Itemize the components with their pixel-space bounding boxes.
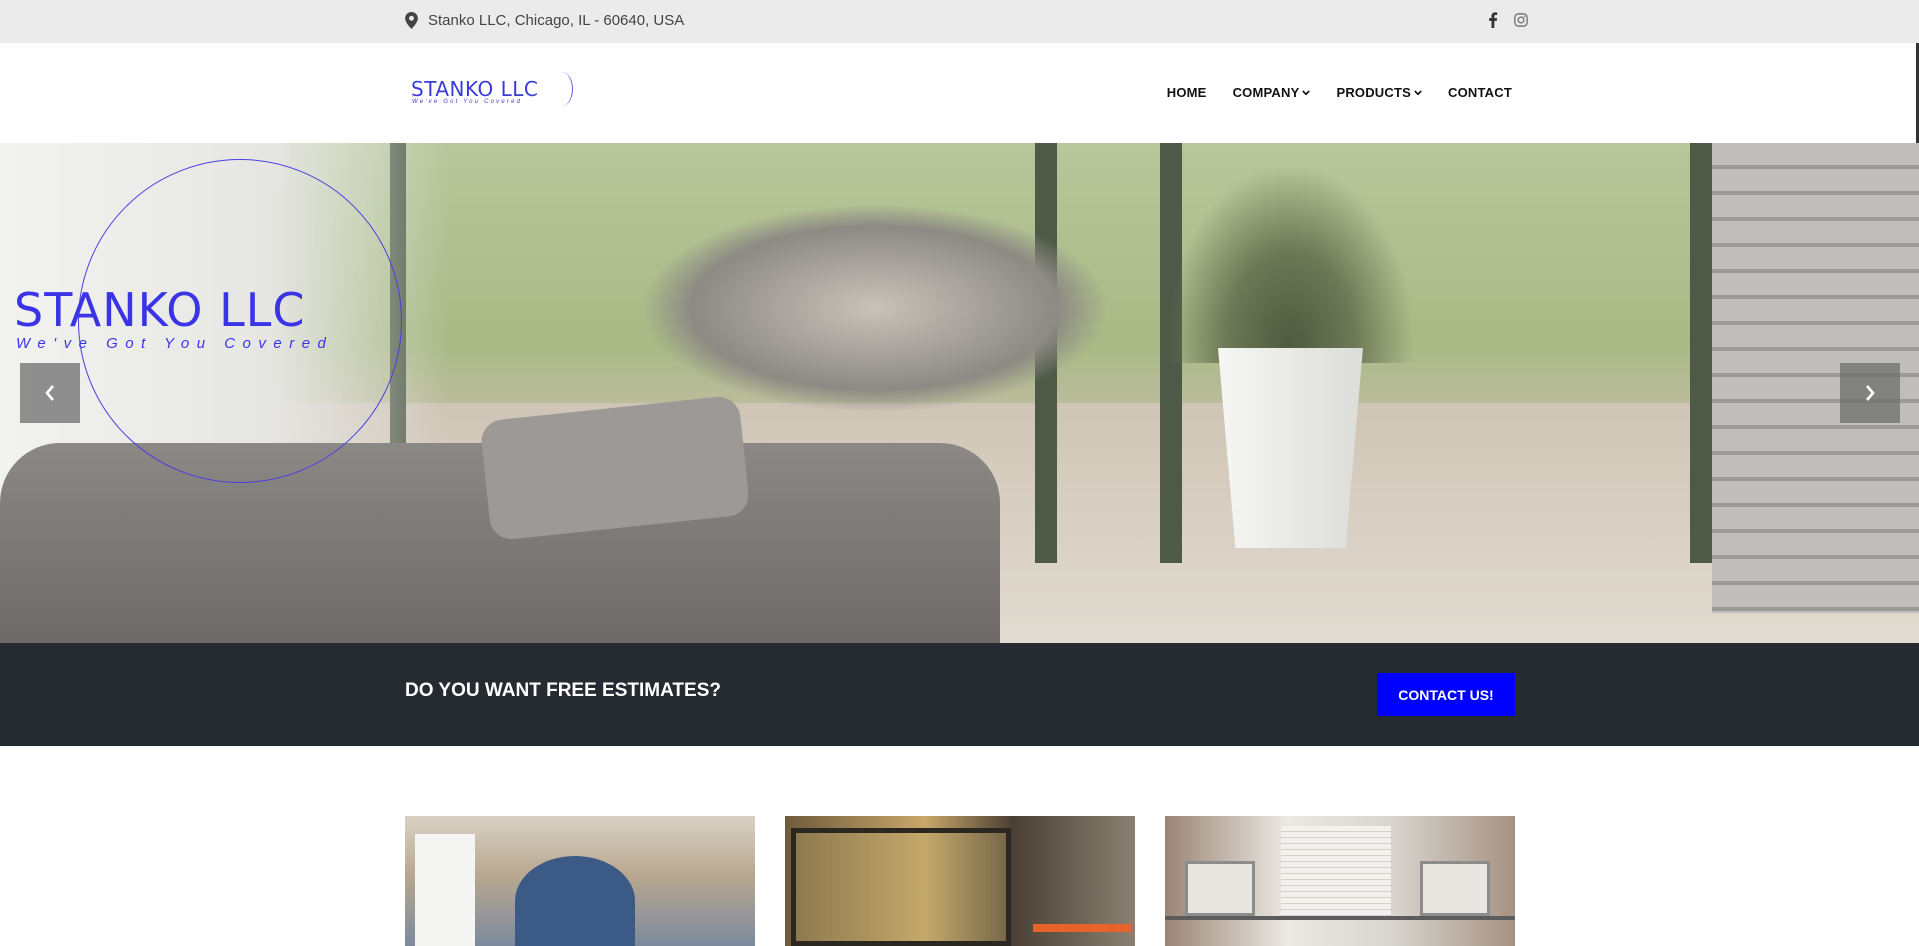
nav-item-products[interactable]: PRODUCTS [1336,85,1422,100]
social-links [1486,12,1528,28]
contact-us-button[interactable]: CONTACT US! [1377,673,1515,716]
nav-item-contact[interactable]: CONTACT [1448,85,1512,100]
facebook-icon[interactable] [1486,12,1500,28]
nav-item-company[interactable]: COMPANY [1233,85,1311,100]
chevron-down-icon [1414,89,1422,95]
slider-prev-button[interactable] [20,363,80,423]
nav-label: CONTACT [1448,85,1512,100]
card-image-detail [1420,861,1490,916]
top-bar: Stanko LLC, Chicago, IL - 60640, USA [0,0,1919,43]
chevron-right-icon [1866,385,1875,401]
slider-next-button[interactable] [1840,363,1900,423]
logo-name: STANKO LLC [411,77,539,101]
hero-image-plant [1165,163,1415,363]
address-text: Stanko LLC, Chicago, IL - 60640, USA [428,12,685,29]
product-card-image[interactable] [405,816,755,946]
nav-label: HOME [1166,85,1207,100]
card-image-detail [1281,826,1391,916]
site-header: STANKO LLC We've Got You Covered HOME CO… [0,43,1919,143]
card-image-detail [415,834,475,946]
nav-item-home[interactable]: HOME [1167,85,1207,100]
card-image-detail [791,828,1011,946]
hero-image-frame [1690,143,1712,563]
hero-tagline: We've Got You Covered [16,335,334,352]
nav-label: PRODUCTS [1336,85,1412,100]
hero-image-motorcycle [640,203,1110,413]
product-cards [405,816,1515,946]
map-pin-icon [405,12,418,29]
logo-tagline: We've Got You Covered [412,99,523,105]
card-image-detail [1033,924,1131,932]
card-image-detail [515,856,635,946]
nav-label: COMPANY [1232,85,1300,100]
hero-title: STANKO LLC [14,283,306,337]
product-card-image[interactable] [785,816,1135,946]
address: Stanko LLC, Chicago, IL - 60640, USA [405,12,684,29]
main-nav: HOME COMPANY PRODUCTS CONTACT [1167,85,1512,100]
chevron-down-icon [1302,89,1311,95]
chevron-left-icon [45,385,54,401]
page: Stanko LLC, Chicago, IL - 60640, USA STA… [0,0,1919,946]
product-card-image[interactable] [1165,816,1515,946]
logo-arc [551,72,573,106]
estimate-heading: DO YOU WANT FREE ESTIMATES? [405,680,721,701]
hero-image-planter [1218,348,1363,548]
estimate-banner: DO YOU WANT FREE ESTIMATES? CONTACT US! [0,643,1919,746]
logo[interactable]: STANKO LLC We've Got You Covered [411,72,573,111]
hero-slider: STANKO LLC We've Got You Covered [0,143,1919,643]
card-image-detail [1185,861,1255,916]
card-image-detail [1165,916,1515,920]
instagram-icon[interactable] [1514,12,1528,28]
